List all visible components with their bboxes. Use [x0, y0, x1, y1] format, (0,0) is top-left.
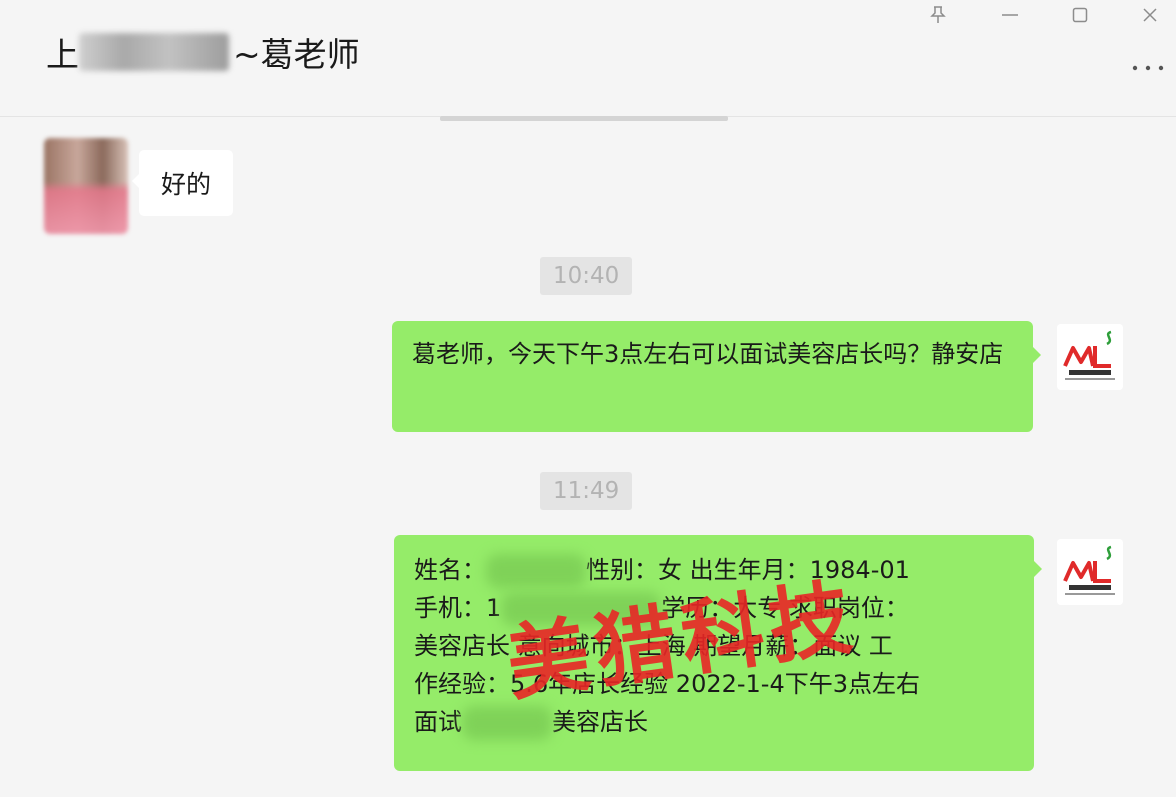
redacted-text — [486, 554, 586, 588]
my-avatar[interactable] — [1057, 324, 1123, 390]
chat-title-prefix: 上 — [46, 35, 79, 74]
chat-title[interactable]: 上 ~葛老师 — [46, 26, 360, 78]
timestamp: 10:40 — [540, 257, 633, 295]
resume-line: 面试 美容店长 — [414, 703, 1014, 741]
more-icon[interactable] — [1128, 54, 1168, 78]
close-icon[interactable] — [1130, 0, 1170, 30]
redacted-name — [79, 33, 229, 71]
scroll-indicator[interactable] — [440, 116, 728, 121]
outgoing-message-text: 葛老师，今天下午3点左右可以面试美容店长吗？静安店 — [412, 340, 1004, 368]
resume-line: 姓名： 性别：女 出生年月：1984-01 — [414, 551, 1014, 589]
incoming-message[interactable]: 好的 — [132, 150, 233, 216]
timestamp: 11:49 — [540, 472, 633, 510]
incoming-message-text: 好的 — [160, 170, 211, 199]
logo-icon — [1057, 324, 1123, 390]
resume-line: 美容店长 意向城市：上海 期望月薪：面议 工 — [414, 632, 893, 660]
redacted-text — [462, 706, 552, 740]
my-avatar[interactable] — [1057, 539, 1123, 605]
minimize-icon[interactable] — [990, 0, 1030, 30]
outgoing-resume-message[interactable]: 姓名： 性别：女 出生年月：1984-01 手机：1 学历：大专 求职岗位： 美容店… — [394, 535, 1042, 771]
contact-avatar[interactable] — [44, 138, 128, 234]
redacted-text — [501, 592, 662, 626]
outgoing-message[interactable]: 葛老师，今天下午3点左右可以面试美容店长吗？静安店 — [392, 321, 1041, 432]
logo-icon — [1057, 539, 1123, 605]
maximize-icon[interactable] — [1060, 0, 1100, 30]
resume-line: 手机：1 学历：大专 求职岗位： — [414, 589, 1014, 627]
pin-icon[interactable] — [918, 0, 958, 30]
resume-line: 作经验：5.6年店长经验 2022-1-4下午3点左右 — [414, 670, 921, 698]
chat-title-suffix: ~葛老师 — [233, 35, 360, 74]
chat-header: 上 ~葛老师 — [0, 0, 1176, 117]
